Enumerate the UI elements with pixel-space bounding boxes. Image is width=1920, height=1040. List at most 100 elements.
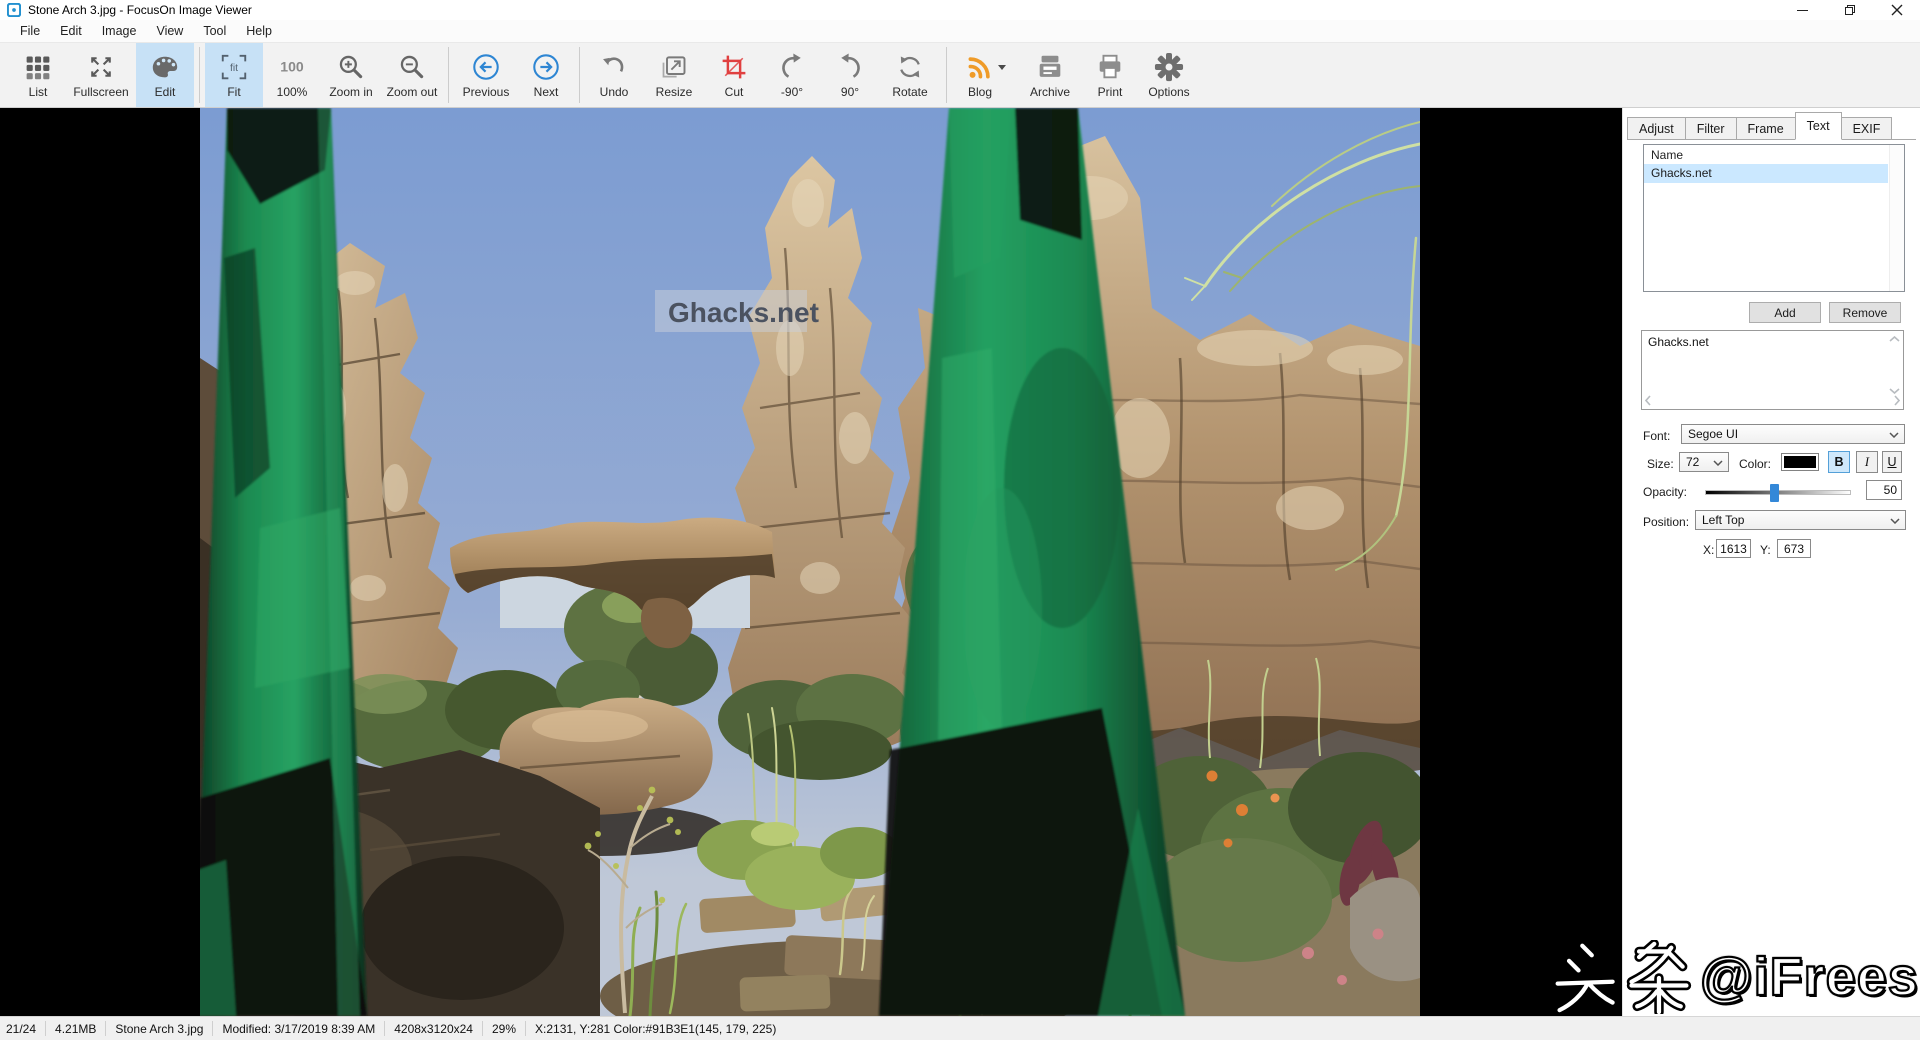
tab-exif[interactable]: EXIF	[1840, 117, 1893, 139]
status-image-index: 21/24	[6, 1021, 37, 1036]
tab-adjust[interactable]: Adjust	[1627, 117, 1686, 139]
zoom-100-button[interactable]: 100 100%	[263, 43, 321, 107]
text-tool-panel: Adjust Filter Frame Text EXIF Name Ghack…	[1622, 108, 1920, 1016]
size-select[interactable]: 72	[1679, 452, 1729, 472]
panel-tabs: Adjust Filter Frame Text EXIF	[1627, 110, 1916, 140]
menu-edit[interactable]: Edit	[50, 21, 92, 41]
next-button[interactable]: Next	[518, 43, 574, 107]
print-icon	[1095, 51, 1125, 83]
add-button[interactable]: Add	[1749, 302, 1821, 323]
rotate-icon	[896, 51, 924, 83]
options-button[interactable]: Options	[1138, 43, 1200, 107]
svg-text:100: 100	[280, 58, 304, 74]
corner-watermark-cjk-icon	[1552, 940, 1692, 1014]
fullscreen-button[interactable]: Fullscreen	[66, 43, 136, 107]
window-controls	[1779, 0, 1920, 20]
opacity-slider-handle[interactable]	[1770, 484, 1779, 502]
toolbar-separator	[946, 47, 947, 103]
list-item-selected[interactable]: Ghacks.net	[1644, 164, 1888, 183]
editor-text: Ghacks.net	[1648, 335, 1709, 349]
list-button[interactable]: List	[10, 43, 66, 107]
print-button[interactable]: Print	[1082, 43, 1138, 107]
scroll-left-icon[interactable]	[1645, 395, 1651, 406]
toolbar-separator	[199, 47, 200, 103]
size-label: Size:	[1647, 457, 1674, 471]
resize-icon	[660, 51, 688, 83]
next-icon	[531, 51, 561, 83]
edit-button[interactable]: Edit	[136, 43, 194, 107]
app-window: Stone Arch 3.jpg - FocusOn Image Viewer …	[0, 0, 1920, 1040]
previous-icon	[471, 51, 501, 83]
scroll-up-icon[interactable]	[1889, 336, 1900, 342]
list-scrollbar[interactable]	[1889, 145, 1904, 291]
fullscreen-icon	[87, 51, 115, 83]
restore-icon	[1844, 5, 1855, 15]
zoom-out-icon	[398, 51, 426, 83]
toolbar-separator	[448, 47, 449, 103]
menu-view[interactable]: View	[146, 21, 193, 41]
bold-button[interactable]: B	[1828, 451, 1850, 473]
position-select[interactable]: Left Top	[1695, 510, 1906, 530]
corner-watermark-text: @iFrees	[1699, 946, 1919, 1008]
rotate-90-button[interactable]: 90°	[821, 43, 879, 107]
tab-frame[interactable]: Frame	[1735, 117, 1796, 139]
menu-image[interactable]: Image	[92, 21, 147, 41]
chevron-down-icon	[1713, 460, 1723, 466]
undo-button[interactable]: Undo	[585, 43, 643, 107]
archive-icon	[1035, 51, 1065, 83]
text-items-list[interactable]: Name Ghacks.net	[1643, 144, 1905, 292]
rotate-button[interactable]: Rotate	[879, 43, 941, 107]
rotate-minus-90-icon	[778, 51, 806, 83]
blog-dropdown-arrow[interactable]	[998, 64, 1006, 70]
status-file-size: 4.21MB	[55, 1021, 97, 1036]
x-coordinate-input[interactable]	[1716, 539, 1751, 558]
menu-help[interactable]: Help	[236, 21, 282, 41]
previous-button[interactable]: Previous	[454, 43, 518, 107]
app-icon	[7, 3, 21, 17]
zoom-in-button[interactable]: Zoom in	[321, 43, 381, 107]
statusbar: 21/24 4.21MB Stone Arch 3.jpg Modified: …	[0, 1016, 1920, 1040]
minimize-icon	[1797, 9, 1808, 11]
blog-rss-icon	[966, 51, 1006, 83]
italic-button[interactable]: I	[1856, 451, 1878, 473]
rotate-minus-90-button[interactable]: -90°	[763, 43, 821, 107]
restore-button[interactable]	[1826, 0, 1873, 20]
toolbar: List Fullscreen Edit fit Fit 100 100% Zo…	[0, 42, 1920, 108]
blog-button[interactable]: Blog	[952, 43, 1018, 107]
cut-icon	[720, 51, 748, 83]
main-area: Ghacks.net Adjust Filter Frame Text EXIF…	[0, 108, 1920, 1016]
menu-file[interactable]: File	[10, 21, 50, 41]
watermark-text-editor[interactable]: Ghacks.net	[1641, 330, 1904, 410]
opacity-label: Opacity:	[1643, 485, 1688, 499]
zoom-out-button[interactable]: Zoom out	[381, 43, 443, 107]
status-image-dimensions: 4208x3120x24	[394, 1021, 473, 1036]
menu-tool[interactable]: Tool	[193, 21, 236, 41]
archive-button[interactable]: Archive	[1018, 43, 1082, 107]
scroll-down-icon[interactable]	[1889, 388, 1900, 394]
close-button[interactable]	[1873, 0, 1920, 20]
edit-palette-icon	[150, 51, 180, 83]
close-icon	[1891, 4, 1902, 16]
rotate-90-icon	[836, 51, 864, 83]
photo-watermark-text[interactable]: Ghacks.net	[668, 297, 819, 328]
remove-button[interactable]: Remove	[1829, 302, 1901, 323]
status-zoom-level: 29%	[491, 1021, 517, 1036]
minimize-button[interactable]	[1779, 0, 1826, 20]
chevron-down-icon	[1889, 432, 1899, 438]
menubar: File Edit Image View Tool Help	[0, 20, 1920, 42]
photo-watermark[interactable]: Ghacks.net	[655, 290, 819, 332]
cut-button[interactable]: Cut	[705, 43, 763, 107]
list-column-header: Name	[1651, 148, 1684, 162]
y-coordinate-input[interactable]	[1777, 539, 1811, 558]
tab-filter[interactable]: Filter	[1684, 117, 1737, 139]
fit-button[interactable]: fit Fit	[205, 43, 263, 107]
opacity-slider[interactable]	[1705, 484, 1851, 502]
resize-button[interactable]: Resize	[643, 43, 705, 107]
tab-text[interactable]: Text	[1794, 112, 1842, 140]
opacity-value-input[interactable]	[1866, 480, 1902, 500]
underline-button[interactable]: U	[1882, 451, 1902, 473]
status-file-name: Stone Arch 3.jpg	[115, 1021, 204, 1036]
scroll-right-icon[interactable]	[1894, 395, 1900, 406]
color-swatch[interactable]	[1781, 453, 1819, 471]
font-select[interactable]: Segoe UI	[1681, 424, 1905, 444]
